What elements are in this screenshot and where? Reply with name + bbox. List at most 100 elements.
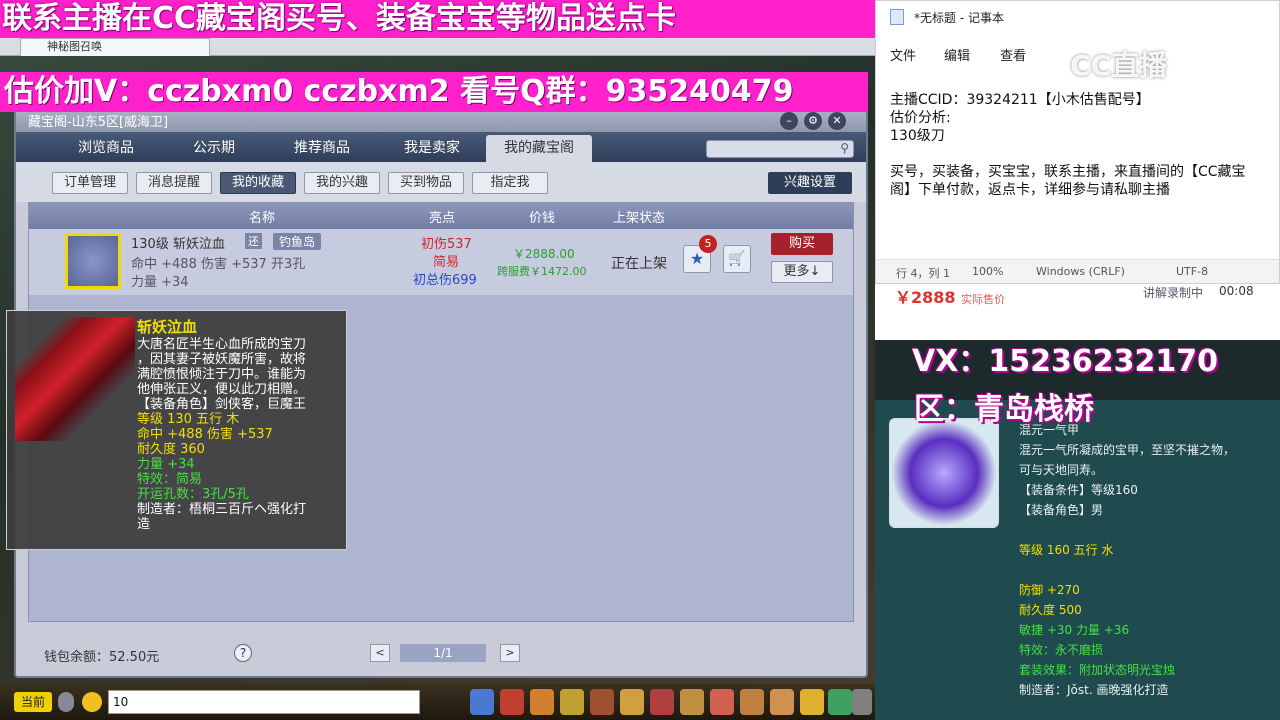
search-icon[interactable]: ⚲ bbox=[840, 141, 849, 155]
chat-channel-button[interactable]: 当前 bbox=[14, 692, 52, 712]
shop-icon[interactable] bbox=[740, 689, 764, 715]
smile-icon[interactable] bbox=[800, 689, 824, 715]
armor-role: 【装备角色】男 bbox=[1019, 503, 1104, 517]
col-name: 名称 bbox=[249, 211, 276, 226]
game-taskbar: 当前 10 bbox=[0, 684, 875, 720]
wallet-balance: 钱包余额：52.50元 bbox=[44, 650, 160, 665]
chest-icon[interactable] bbox=[500, 689, 524, 715]
settings-icon[interactable] bbox=[828, 689, 852, 715]
interests-button[interactable]: 我的兴趣 bbox=[304, 172, 380, 194]
item-price: ￥2888.00 bbox=[513, 247, 575, 261]
menu-icon[interactable] bbox=[852, 689, 872, 715]
buy-button[interactable]: 购买 bbox=[771, 233, 833, 255]
notepad-statusbar: 行 4，列 1 100% Windows (CRLF) UTF-8 bbox=[876, 259, 1279, 283]
listing-status: 正在上架 bbox=[611, 256, 667, 272]
promo-banner-top: 联系主播在CC藏宝阁买号、装备宝宝等物品送点卡 bbox=[0, 0, 875, 38]
item-name: 130级 斩妖泣血 bbox=[131, 237, 225, 252]
help-icon[interactable]: ? bbox=[234, 644, 252, 662]
tab-publicity[interactable]: 公示期 bbox=[166, 135, 262, 162]
tooltip-strength: 力量 +34 bbox=[137, 457, 195, 472]
armor-durability: 耐久度 500 bbox=[1019, 603, 1082, 617]
status-position: 行 4，列 1 bbox=[896, 267, 950, 280]
team-icon[interactable] bbox=[590, 689, 614, 715]
close-icon[interactable]: ✕ bbox=[828, 112, 846, 130]
stream-info-bar: ￥2888 实际售价 讲解录制中 00:08 bbox=[875, 284, 1280, 340]
purchased-button[interactable]: 买到物品 bbox=[388, 172, 464, 194]
actual-price-note: 实际售价 bbox=[961, 293, 1006, 306]
tooltip-maker-2: 造 bbox=[137, 517, 151, 532]
interest-settings-button[interactable]: 兴趣设置 bbox=[768, 172, 852, 194]
menu-file[interactable]: 文件 bbox=[890, 45, 916, 64]
emoji-icon[interactable] bbox=[82, 692, 102, 712]
tooltip-desc-2: ，因其妻子被妖魔所害，故将 bbox=[137, 352, 307, 367]
table-header: 名称 亮点 价钱 上架状态 bbox=[29, 203, 853, 229]
vx-contact-overlay: VX：15236232170 bbox=[912, 344, 1218, 379]
guild-icon[interactable] bbox=[650, 689, 674, 715]
more-button[interactable]: 更多↓ bbox=[771, 261, 833, 283]
favorites-button[interactable]: 我的收藏 bbox=[220, 172, 296, 194]
server-badge: 钓鱼岛 bbox=[273, 233, 322, 250]
gear-icon[interactable]: ⚙ bbox=[804, 112, 822, 130]
tooltip-holes: 开运孔数：3孔/5孔 bbox=[137, 487, 249, 502]
minimize-icon[interactable]: – bbox=[780, 112, 798, 130]
tab-seller[interactable]: 我是卖家 bbox=[382, 135, 482, 162]
item-thumbnail[interactable] bbox=[65, 233, 121, 289]
notepad-icon bbox=[890, 9, 904, 25]
tab-my-pavilion[interactable]: 我的藏宝阁 bbox=[486, 135, 592, 162]
sub-nav: 订单管理 消息提醒 我的收藏 我的兴趣 买到物品 指定我 兴趣设置 bbox=[16, 162, 866, 202]
friends-icon[interactable] bbox=[680, 689, 704, 715]
page-indicator: 1/1 bbox=[400, 644, 486, 662]
armor-details: 混元一气甲 混元一气所凝成的宝甲，至坚不摧之物， 可与天地同寿。 【装备条件】等… bbox=[1019, 420, 1275, 700]
assigned-button[interactable]: 指定我 bbox=[472, 172, 548, 194]
armor-spacer-2 bbox=[1019, 560, 1275, 580]
cart-icon[interactable]: 🛒 bbox=[723, 245, 751, 273]
col-status: 上架状态 bbox=[613, 211, 666, 226]
activity-icon[interactable] bbox=[770, 689, 794, 715]
prev-page-button[interactable]: < bbox=[370, 644, 390, 662]
bag-icon[interactable] bbox=[530, 689, 554, 715]
tooltip-role: 【装备角色】剑侠客，巨魔王 bbox=[137, 397, 307, 412]
gift-icon[interactable] bbox=[710, 689, 734, 715]
recording-label: 讲解录制中 bbox=[1143, 286, 1204, 300]
highlight-total-damage: 初总伤699 bbox=[413, 273, 477, 288]
armor-effect: 特效：永不磨损 bbox=[1019, 643, 1104, 657]
tooltip-desc-4: 他伸张正义，便以此刀相赠。 bbox=[137, 382, 307, 397]
footer-bar: 钱包余额：52.50元 ? < 1/1 > bbox=[28, 634, 854, 670]
sword-skill-icon[interactable] bbox=[470, 689, 494, 715]
menu-view[interactable]: 查看 bbox=[1000, 45, 1026, 64]
notepad-title: *无标题 - 记事本 bbox=[914, 11, 1004, 25]
armor-spacer bbox=[1019, 520, 1275, 540]
menu-edit[interactable]: 编辑 bbox=[944, 45, 970, 64]
browser-tab[interactable]: 神秘图召唤 bbox=[20, 38, 210, 56]
note-line-1: 主播CCID：39324211【小木估售配号】 bbox=[890, 92, 1150, 108]
next-page-button[interactable]: > bbox=[500, 644, 520, 662]
armor-set-effect: 套装效果：附加状态明光宝烛 bbox=[1019, 663, 1176, 677]
tab-browse[interactable]: 浏览商品 bbox=[56, 135, 156, 162]
zone-overlay: 区：青岛栈桥 bbox=[914, 392, 1094, 427]
col-highlight: 亮点 bbox=[429, 211, 456, 226]
table-row[interactable]: 130级 斩妖泣血 还 钓鱼岛 命中 +488 伤害 +537 开3孔 力量 +… bbox=[29, 229, 853, 295]
promo-banner-price: 估价加V：cczbxm0 cczbxm2 看号Q群：935240479 bbox=[0, 72, 868, 112]
note-line-5: 买号，买装备，买宝宝，联系主播，来直播间的【CC藏宝 bbox=[890, 164, 1246, 180]
tooltip-desc-1: 大唐名匠半生心血所成的宝刀 bbox=[137, 337, 307, 352]
status-line-ending: Windows (CRLF) bbox=[1036, 265, 1125, 278]
note-line-3: 130级刀 bbox=[890, 128, 945, 144]
search-input[interactable]: ⚲ bbox=[706, 140, 854, 158]
messages-button[interactable]: 消息提醒 bbox=[136, 172, 212, 194]
armor-image bbox=[889, 418, 999, 528]
orders-button[interactable]: 订单管理 bbox=[52, 172, 128, 194]
notepad-content[interactable]: 主播CCID：39324211【小木估售配号】 估价分析: 130级刀 买号，买… bbox=[890, 91, 1270, 199]
highlight-base-damage: 初伤537 bbox=[421, 237, 472, 252]
item-stats-line1: 命中 +488 伤害 +537 开3孔 bbox=[131, 257, 306, 272]
quest-icon[interactable] bbox=[620, 689, 644, 715]
armor-panel: 混元一气甲 混元一气所凝成的宝甲，至坚不摧之物， 可与天地同寿。 【装备条件】等… bbox=[875, 400, 1280, 720]
actual-price-value: ￥2888 bbox=[895, 288, 956, 307]
chat-input[interactable]: 10 bbox=[108, 690, 420, 714]
pet-icon[interactable] bbox=[560, 689, 584, 715]
tab-recommend[interactable]: 推荐商品 bbox=[272, 135, 372, 162]
note-line-6: 阁】下单付款，返点卡，详细参与请私聊主播 bbox=[890, 182, 1170, 198]
cc-live-logo: CC直播 bbox=[1070, 49, 1168, 82]
microphone-icon[interactable] bbox=[58, 692, 74, 712]
armor-level: 等级 160 五行 水 bbox=[1019, 543, 1114, 557]
cross-server-fee: 跨服费￥1472.00 bbox=[497, 265, 587, 278]
